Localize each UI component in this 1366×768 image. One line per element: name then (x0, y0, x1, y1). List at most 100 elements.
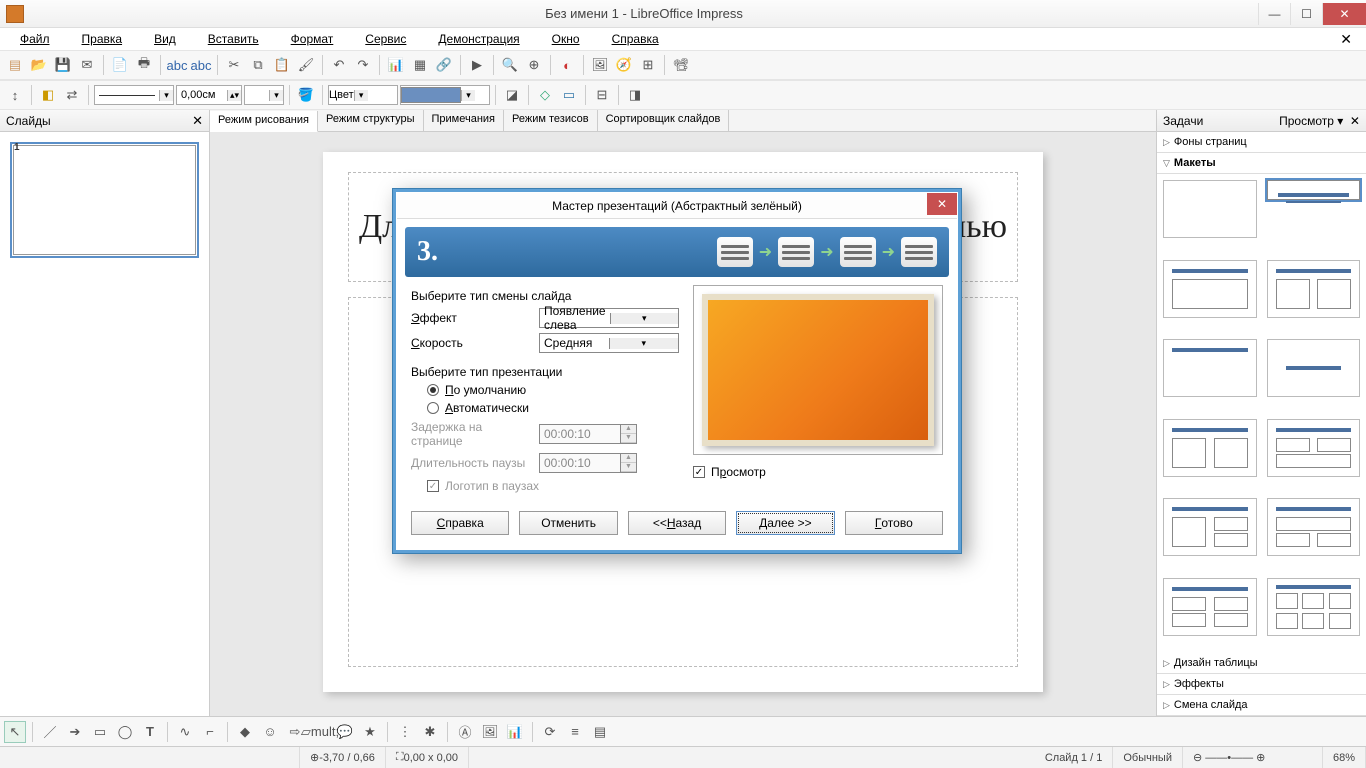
back-button[interactable]: << Назад (628, 511, 726, 535)
finish-button[interactable]: Готово (845, 511, 943, 535)
layout-blank[interactable] (1163, 180, 1257, 238)
fill-mode-dropdown[interactable]: Цвет▾ (328, 85, 398, 105)
slides-panel-close-icon[interactable]: ✕ (192, 113, 203, 129)
print-icon[interactable]: 🖶 (133, 54, 155, 76)
layout-three-left[interactable] (1163, 498, 1257, 556)
arrow-icon[interactable]: ↕ (4, 84, 26, 106)
minimize-button[interactable]: — (1258, 3, 1290, 25)
menu-file[interactable]: Файл (4, 30, 66, 48)
section-table-design[interactable]: ▷Дизайн таблицы (1157, 653, 1366, 674)
layout-title-only[interactable] (1163, 339, 1257, 397)
effect-dropdown[interactable]: Появление слева▾ (539, 308, 679, 328)
arrow-line-icon[interactable]: ➔ (64, 721, 86, 743)
rotate-icon[interactable]: ⟳ (539, 721, 561, 743)
fill-color-dropdown[interactable]: ▾ (400, 85, 490, 105)
layout-three-bottom[interactable] (1267, 498, 1361, 556)
section-transition[interactable]: ▷Смена слайда (1157, 695, 1366, 716)
navigator-icon[interactable]: 🧭 (613, 54, 635, 76)
section-backgrounds[interactable]: ▷Фоны страниц (1157, 132, 1366, 153)
status-zoom[interactable]: 68% (1323, 747, 1366, 768)
export-pdf-icon[interactable]: 📄 (109, 54, 131, 76)
layout-title[interactable] (1267, 180, 1361, 200)
tab-drawing[interactable]: Режим рисования (210, 111, 318, 132)
tasks-view-dropdown[interactable]: Просмотр ▾ ✕ (1279, 114, 1360, 128)
ellipse-icon[interactable]: ◯ (114, 721, 136, 743)
zoom-icon[interactable]: 🔍 (499, 54, 521, 76)
dialog-titlebar[interactable]: Мастер презентаций (Абстрактный зелёный)… (397, 193, 957, 219)
slideshow-icon[interactable]: ▶ (466, 54, 488, 76)
align-obj-icon[interactable]: ≡ (564, 721, 586, 743)
line-width-field[interactable]: ▴▾ (176, 85, 242, 105)
layout-two-content-b[interactable] (1163, 419, 1257, 477)
curve-icon[interactable]: ∿ (174, 721, 196, 743)
close-button[interactable]: ✕ (1322, 3, 1366, 25)
layout-two-content[interactable] (1267, 260, 1361, 318)
zoom-slider[interactable]: ⊖ ——•—— ⊕ (1183, 747, 1323, 768)
grid-icon[interactable]: ⊞ (637, 54, 659, 76)
shadow-icon[interactable]: ◪ (501, 84, 523, 106)
arrange-icon[interactable]: ▭ (558, 84, 580, 106)
symbol-shapes-icon[interactable]: ☺ (259, 721, 281, 743)
text-icon[interactable]: T (139, 721, 161, 743)
basic-shapes-icon[interactable]: ◆ (234, 721, 256, 743)
menu-edit[interactable]: Правка (66, 30, 139, 48)
preview-checkbox[interactable]: ✓Просмотр (693, 465, 943, 479)
section-effects[interactable]: ▷Эффекты (1157, 674, 1366, 695)
spellcheck-icon[interactable]: abc (166, 54, 188, 76)
menu-window[interactable]: Окно (536, 30, 596, 48)
section-layouts[interactable]: ▽Макеты (1157, 153, 1366, 174)
email-icon[interactable]: ✉ (76, 54, 98, 76)
new-icon[interactable]: ▤ (4, 54, 26, 76)
stars-icon[interactable]: ★ (359, 721, 381, 743)
callouts-icon[interactable]: 💬 (334, 721, 356, 743)
flowchart-icon[interactable]: ▱mult; (309, 721, 331, 743)
layout-four[interactable] (1163, 578, 1257, 636)
hyperlink-icon[interactable]: 🔗 (433, 54, 455, 76)
fontwork-icon[interactable]: Ⓐ (454, 721, 476, 743)
menu-insert[interactable]: Вставить (192, 30, 275, 48)
menu-view[interactable]: Вид (138, 30, 192, 48)
menu-slideshow[interactable]: Демонстрация (422, 30, 535, 48)
fill-icon[interactable]: 🪣 (295, 84, 317, 106)
dialog-close-icon[interactable]: ✕ (927, 193, 957, 215)
tab-outline[interactable]: Режим структуры (318, 110, 424, 131)
speed-dropdown[interactable]: Средняя▾ (539, 333, 679, 353)
redo-icon[interactable]: ↷ (352, 54, 374, 76)
autospell-icon[interactable]: abc (190, 54, 212, 76)
chart-icon[interactable]: 📊 (385, 54, 407, 76)
tab-sorter[interactable]: Сортировщик слайдов (598, 110, 730, 131)
anchors-icon[interactable]: ◇ (534, 84, 556, 106)
menu-tools[interactable]: Сервис (349, 30, 422, 48)
layout-title-content[interactable] (1163, 260, 1257, 318)
select-icon[interactable]: ↖ (4, 721, 26, 743)
layout-six[interactable] (1267, 578, 1361, 636)
layout-three-top[interactable] (1267, 419, 1361, 477)
line-color-icon[interactable]: ◧ (37, 84, 59, 106)
glue-icon[interactable]: ✱ (419, 721, 441, 743)
align-icon[interactable]: ⊟ (591, 84, 613, 106)
help-button[interactable]: Справка (411, 511, 509, 535)
arrange-obj-icon[interactable]: ▤ (589, 721, 611, 743)
tab-handout[interactable]: Режим тезисов (504, 110, 598, 131)
undo-icon[interactable]: ↶ (328, 54, 350, 76)
radio-auto[interactable]: Автоматически (427, 401, 679, 415)
cancel-button[interactable]: Отменить (519, 511, 617, 535)
save-icon[interactable]: 💾 (52, 54, 74, 76)
menu-help[interactable]: Справка (596, 30, 675, 48)
points-icon[interactable]: ⋮ (394, 721, 416, 743)
extrude-icon[interactable]: ◨ (624, 84, 646, 106)
close-document-icon[interactable]: ✕ (1332, 29, 1360, 50)
open-icon[interactable]: 📂 (28, 54, 50, 76)
line-style-dropdown[interactable]: ▾ (94, 85, 174, 105)
maximize-button[interactable]: ☐ (1290, 3, 1322, 25)
radio-default[interactable]: По умолчанию (427, 383, 679, 397)
slide-thumbnail[interactable]: 1 (10, 142, 199, 258)
paste-icon[interactable]: 📋 (271, 54, 293, 76)
line-color-dropdown[interactable]: ▾ (244, 85, 284, 105)
arrow-style-icon[interactable]: ⇄ (61, 84, 83, 106)
insert-icon[interactable]: 📊 (504, 721, 526, 743)
paintbrush-icon[interactable]: 🖌 (295, 54, 317, 76)
connector-icon[interactable]: ⌐ (199, 721, 221, 743)
layout-centered[interactable] (1267, 339, 1361, 397)
rect-icon[interactable]: ▭ (89, 721, 111, 743)
